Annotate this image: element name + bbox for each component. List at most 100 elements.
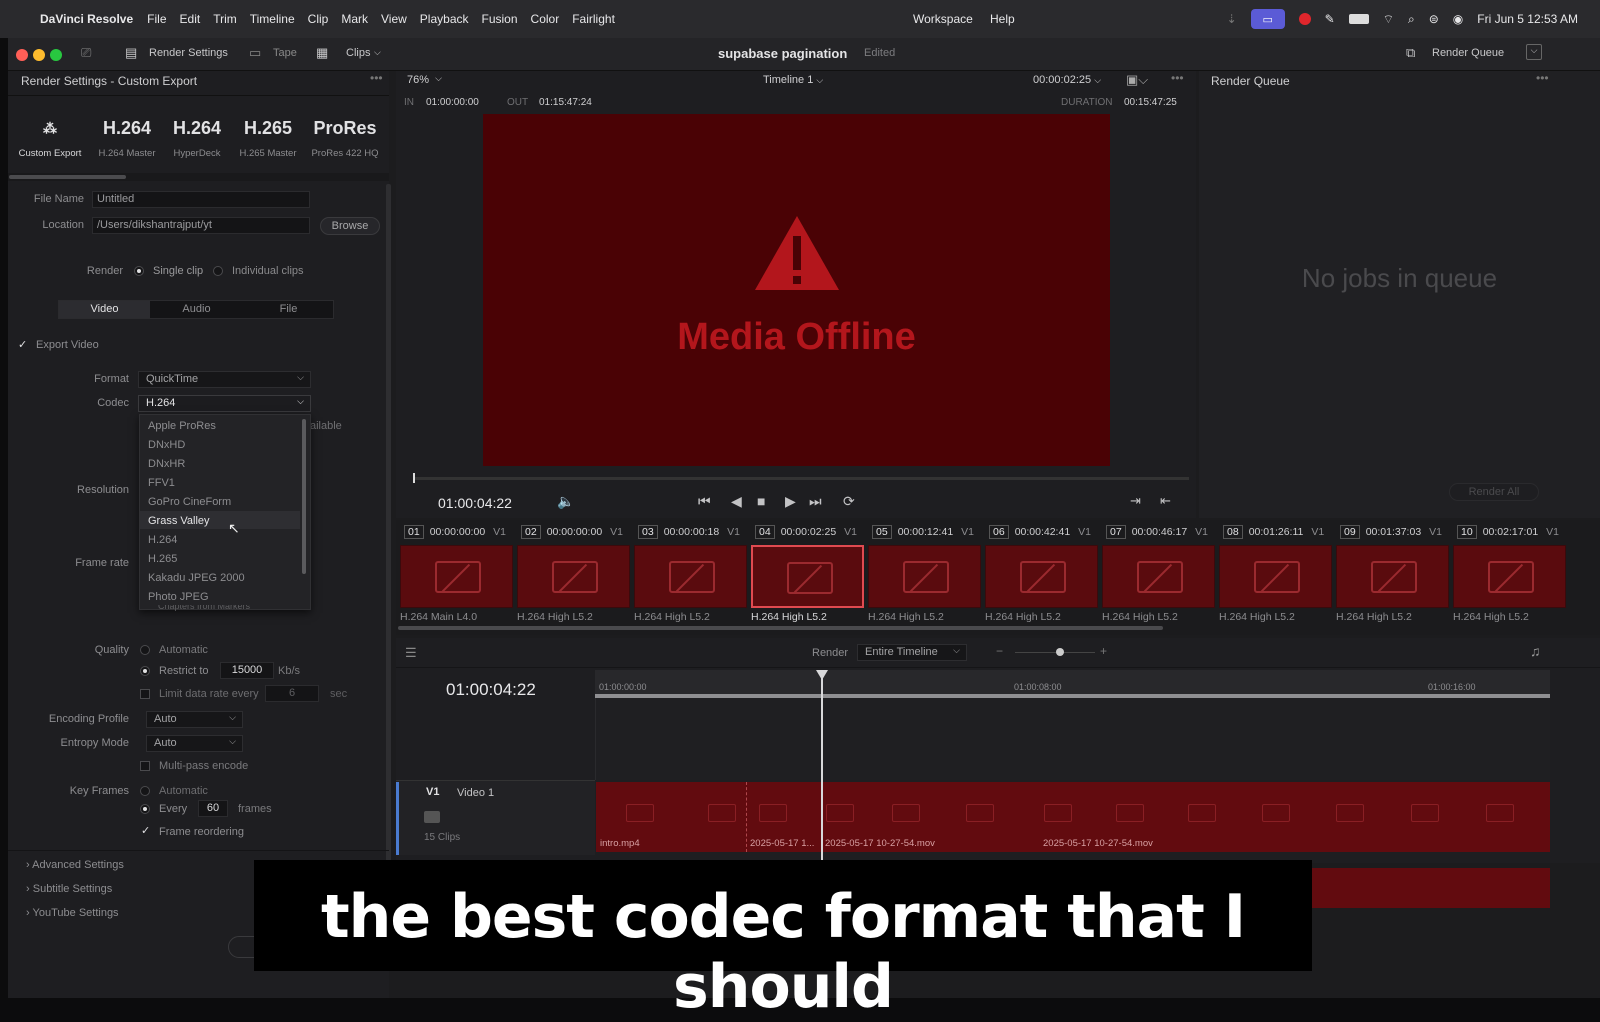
- audio-note-icon[interactable]: ♫: [1530, 643, 1541, 659]
- record-icon[interactable]: [1298, 13, 1311, 25]
- track-monitor-icon[interactable]: [424, 811, 440, 823]
- menu-clip[interactable]: Clip: [308, 12, 329, 26]
- clip-thumbnail-10[interactable]: [1453, 545, 1566, 608]
- subtitle-settings-section[interactable]: › Subtitle Settings: [26, 883, 112, 895]
- menu-trim[interactable]: Trim: [213, 12, 237, 26]
- tape-icon[interactable]: ▭: [249, 45, 261, 61]
- scrubber-playhead[interactable]: [413, 473, 415, 483]
- volume-icon[interactable]: 🔈: [557, 493, 574, 510]
- clip-thumbnail-02[interactable]: [517, 545, 630, 608]
- codec-option-h264[interactable]: H.264: [148, 534, 177, 546]
- stop-icon[interactable]: ■: [757, 493, 765, 509]
- screen-share-icon[interactable]: ▭: [1250, 9, 1285, 29]
- clip-thumbnail-03[interactable]: [634, 545, 747, 608]
- viewer-timecode-dropdown[interactable]: 00:00:02:25 ⌵: [1033, 74, 1101, 86]
- zoom-slider-thumb[interactable]: [1056, 648, 1064, 656]
- loop-icon[interactable]: ⟳: [843, 493, 855, 510]
- zoom-out-icon[interactable]: −: [996, 644, 1003, 658]
- track-name[interactable]: Video 1: [457, 787, 494, 799]
- viewer-more-icon[interactable]: •••: [1171, 71, 1184, 85]
- tab-audio[interactable]: Audio: [151, 301, 242, 318]
- preset-custom-export[interactable]: ⁂ Custom Export: [15, 118, 85, 159]
- codec-option-grass-valley[interactable]: Grass Valley: [148, 515, 210, 527]
- clip-thumbnail-04[interactable]: [751, 545, 864, 608]
- render-queue-toggle[interactable]: Render Queue: [1432, 47, 1504, 59]
- menu-playback[interactable]: Playback: [420, 12, 469, 26]
- preset-hyperdeck[interactable]: H.264 HyperDeck: [162, 118, 232, 159]
- encoding-profile-dropdown[interactable]: Auto ⌵: [146, 711, 243, 728]
- clip-thumbnail-01[interactable]: [400, 545, 513, 608]
- clip-thumbnail-08[interactable]: [1219, 545, 1332, 608]
- preset-h264-master[interactable]: H.264 H.264 Master: [92, 118, 162, 159]
- zoom-window-button[interactable]: [50, 49, 62, 61]
- multi-pass-checkbox[interactable]: [140, 761, 150, 771]
- limit-data-rate-checkbox[interactable]: [140, 689, 150, 699]
- close-window-button[interactable]: [16, 49, 28, 61]
- timeline-playhead[interactable]: [821, 670, 823, 862]
- zoom-slider-track[interactable]: [1015, 652, 1095, 653]
- file-name-input[interactable]: Untitled: [92, 191, 310, 208]
- preset-h265-master[interactable]: H.265 H.265 Master: [233, 118, 303, 159]
- single-clip-radio[interactable]: [134, 266, 144, 276]
- scrubber-track[interactable]: [413, 477, 1189, 480]
- menu-fusion[interactable]: Fusion: [482, 12, 518, 26]
- fullscreen-icon[interactable]: ⌵: [1526, 44, 1542, 60]
- clip-thumbnail-05[interactable]: [868, 545, 981, 608]
- menu-view[interactable]: View: [381, 12, 407, 26]
- entropy-mode-dropdown[interactable]: Auto ⌵: [146, 735, 243, 752]
- codec-list-scrollbar[interactable]: [302, 419, 306, 574]
- clip-thumbnail-09[interactable]: [1336, 545, 1449, 608]
- quality-automatic-radio[interactable]: [140, 645, 150, 655]
- export-video-checkbox[interactable]: ✓: [18, 338, 27, 351]
- browse-button[interactable]: Browse: [320, 217, 380, 235]
- restrict-to-radio[interactable]: [140, 666, 150, 676]
- play-reverse-icon[interactable]: ◀: [731, 493, 742, 510]
- render-settings-icon[interactable]: ▤: [125, 45, 137, 61]
- go-to-start-icon[interactable]: ⏮: [698, 493, 711, 510]
- advanced-settings-section[interactable]: › Advanced Settings: [26, 859, 124, 871]
- bitrate-input[interactable]: 15000: [220, 662, 274, 679]
- wifi-icon[interactable]: ⌔: [1383, 12, 1394, 27]
- key-frames-input[interactable]: 60: [198, 800, 228, 817]
- limit-data-rate-input[interactable]: 6: [265, 685, 319, 702]
- menu-file[interactable]: File: [147, 12, 166, 26]
- chevron-down-icon[interactable]: ⌵: [374, 47, 381, 58]
- mark-in-icon[interactable]: ⇥: [1130, 493, 1141, 509]
- menu-help[interactable]: Help: [990, 12, 1015, 26]
- render-settings-toggle[interactable]: Render Settings: [149, 47, 228, 59]
- timeline-audio-clip[interactable]: [1308, 868, 1550, 908]
- location-input[interactable]: /Users/dikshantrajput/yt: [92, 217, 310, 234]
- tab-file[interactable]: File: [243, 301, 334, 318]
- codec-dropdown[interactable]: H.264 ⌵: [138, 395, 311, 412]
- timeline-selector[interactable]: Timeline 1 ⌵: [763, 74, 823, 86]
- preset-prores[interactable]: ProRes ProRes 422 HQ: [310, 118, 380, 159]
- menu-workspace[interactable]: Workspace: [913, 12, 973, 26]
- menu-mark[interactable]: Mark: [341, 12, 368, 26]
- siri-icon[interactable]: ◉: [1453, 12, 1463, 26]
- download-icon[interactable]: ⇣: [1227, 12, 1237, 26]
- codec-option-h265[interactable]: H.265: [148, 553, 177, 565]
- viewer-options-icon[interactable]: ▣⌵: [1126, 72, 1148, 88]
- clips-scrollbar[interactable]: [398, 626, 1163, 630]
- codec-option-photo-jpeg[interactable]: Photo JPEG: [148, 591, 209, 603]
- youtube-settings-section[interactable]: › YouTube Settings: [26, 907, 119, 919]
- codec-option-kakadu-jpeg-2000[interactable]: Kakadu JPEG 2000: [148, 572, 245, 584]
- spotlight-search-icon[interactable]: ⌕: [1408, 12, 1415, 27]
- monitor-icon[interactable]: ⎚: [81, 45, 91, 61]
- menu-timeline[interactable]: Timeline: [250, 12, 295, 26]
- timeline-options-icon[interactable]: ☰: [405, 645, 417, 661]
- clips-toggle[interactable]: Clips: [346, 47, 370, 59]
- render-queue-more-icon[interactable]: •••: [1536, 71, 1549, 85]
- menu-fairlight[interactable]: Fairlight: [572, 12, 615, 26]
- frame-reordering-checkbox[interactable]: ✓: [141, 824, 150, 837]
- mark-out-icon[interactable]: ⇤: [1160, 493, 1171, 509]
- pen-icon[interactable]: ✎: [1325, 12, 1335, 26]
- menu-clock[interactable]: Fri Jun 5 12:53 AM: [1477, 12, 1578, 26]
- control-center-icon[interactable]: ⊜: [1429, 12, 1439, 26]
- tab-video[interactable]: Video: [59, 301, 150, 318]
- codec-option-dnxhr[interactable]: DNxHR: [148, 458, 185, 470]
- codec-option-dnxhd[interactable]: DNxHD: [148, 439, 185, 451]
- render-range-dropdown[interactable]: Entire Timeline ⌵: [857, 644, 967, 661]
- more-options-icon[interactable]: •••: [370, 71, 383, 85]
- codec-option-gopro-cineform[interactable]: GoPro CineForm: [148, 496, 231, 508]
